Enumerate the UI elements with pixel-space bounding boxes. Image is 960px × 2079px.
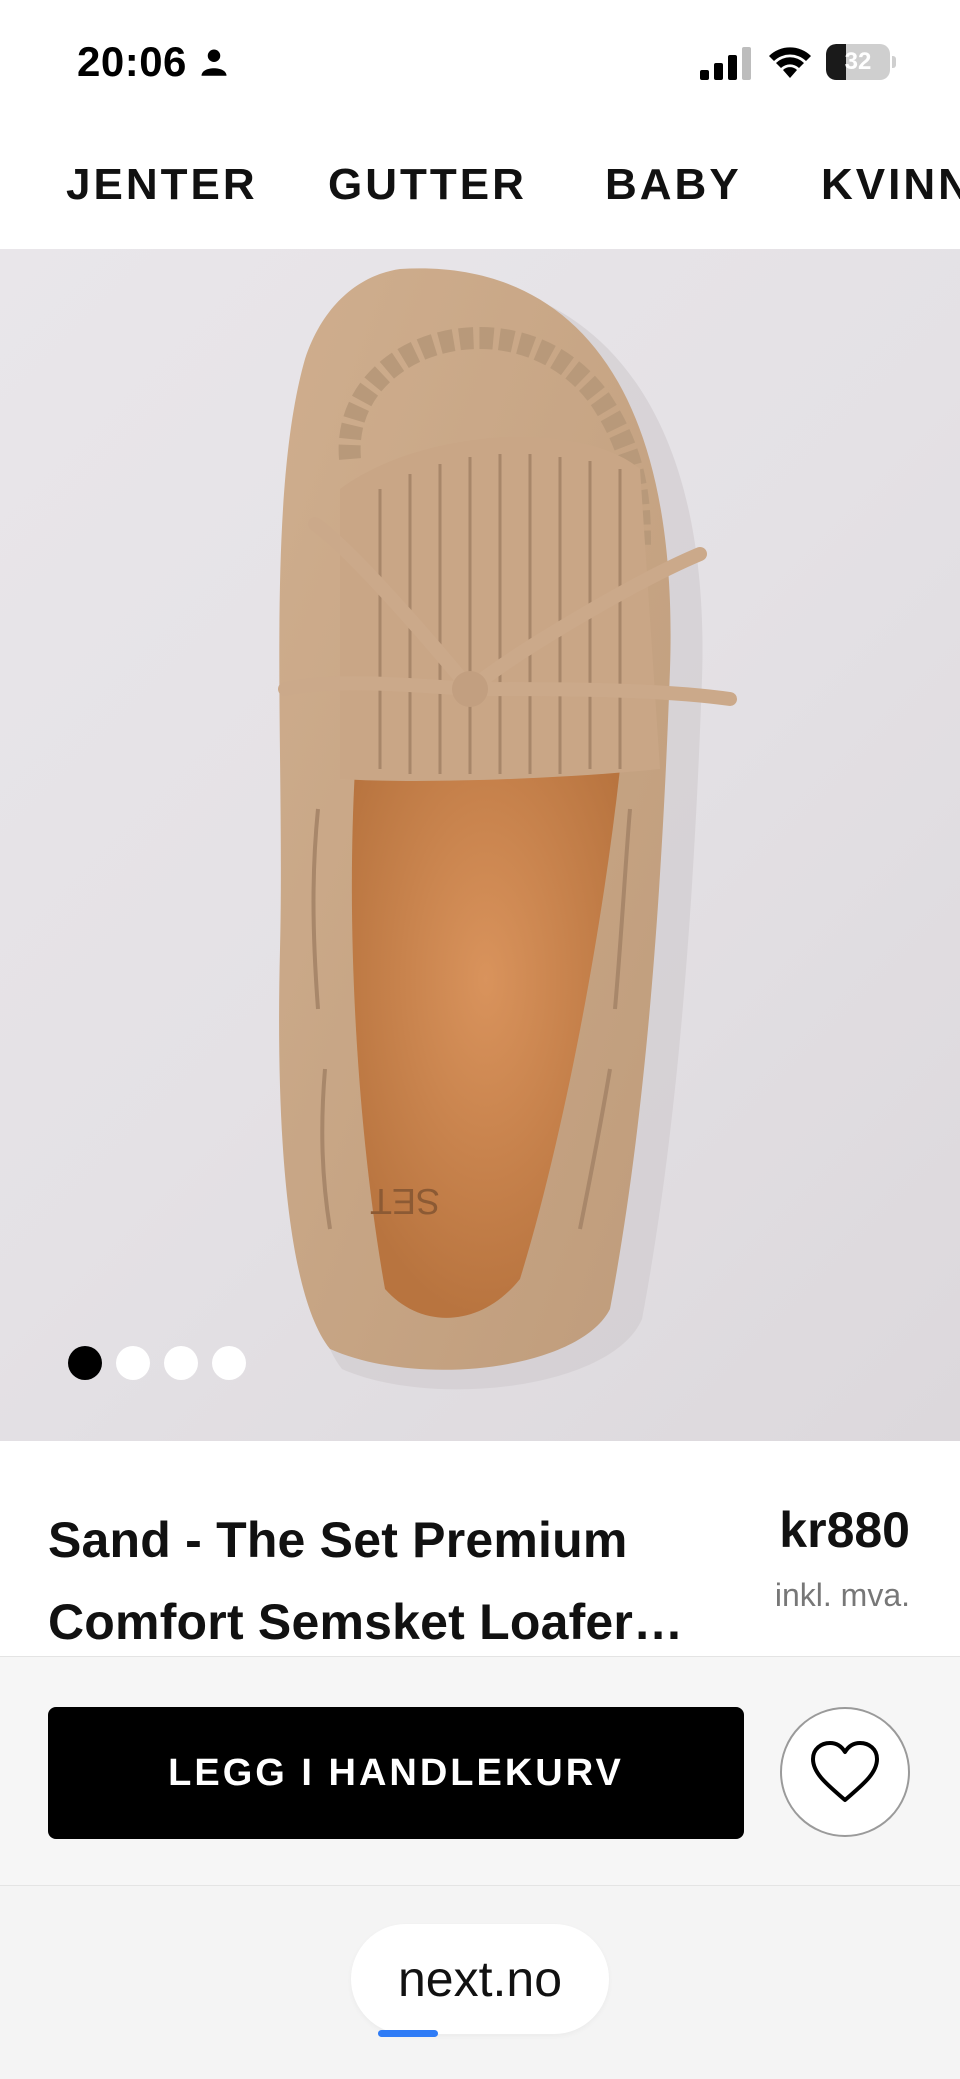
product-info: Sand - The Set Premium Comfort Semsket L… [0, 1441, 960, 1656]
carousel-dot[interactable] [164, 1346, 198, 1380]
nav-item-baby[interactable]: BABY [605, 160, 742, 210]
battery-icon: 32 [826, 44, 896, 80]
category-nav: JENTER GUTTER BABY KVINNER [0, 125, 960, 249]
carousel-dot[interactable] [212, 1346, 246, 1380]
nav-item-jenter[interactable]: JENTER [66, 160, 258, 210]
battery-cap [892, 56, 896, 68]
signal-icon [700, 47, 751, 80]
status-bar: 20:06 32 [0, 0, 960, 125]
product-photo: SET [278, 268, 737, 1390]
svg-text:SET: SET [370, 1181, 440, 1222]
carousel-dot[interactable] [116, 1346, 150, 1380]
url-text: next.no [397, 1951, 562, 2007]
page-load-progress [378, 2030, 438, 2037]
vat-note: inkl. mva. [774, 1577, 910, 1613]
nav-item-gutter[interactable]: GUTTER [328, 160, 527, 210]
wishlist-button[interactable] [780, 1707, 910, 1837]
person-icon [201, 49, 227, 76]
status-time: 20:06 [77, 38, 187, 85]
product-title: Sand - The Set Premium Comfort Semsket L… [48, 1512, 684, 1650]
status-time-wrap: 20:06 [77, 38, 229, 86]
battery-body: 32 [826, 44, 890, 80]
add-to-cart-button[interactable]: LEGG I HANDLEKURV [48, 1707, 744, 1839]
heart-icon [811, 1741, 879, 1802]
product-image-carousel[interactable]: SET [0, 249, 960, 1441]
carousel-dots [68, 1346, 246, 1380]
battery-level: 32 [844, 48, 872, 75]
carousel-dot[interactable] [68, 1346, 102, 1380]
action-bar: LEGG I HANDLEKURV [0, 1656, 960, 1886]
wifi-icon [769, 47, 811, 78]
product-price: kr880 [779, 1502, 910, 1558]
nav-item-kvinner[interactable]: KVINNER [821, 160, 960, 210]
url-bar[interactable]: next.no [351, 1924, 609, 2034]
browser-bottom-bar: next.no [0, 1886, 960, 2079]
